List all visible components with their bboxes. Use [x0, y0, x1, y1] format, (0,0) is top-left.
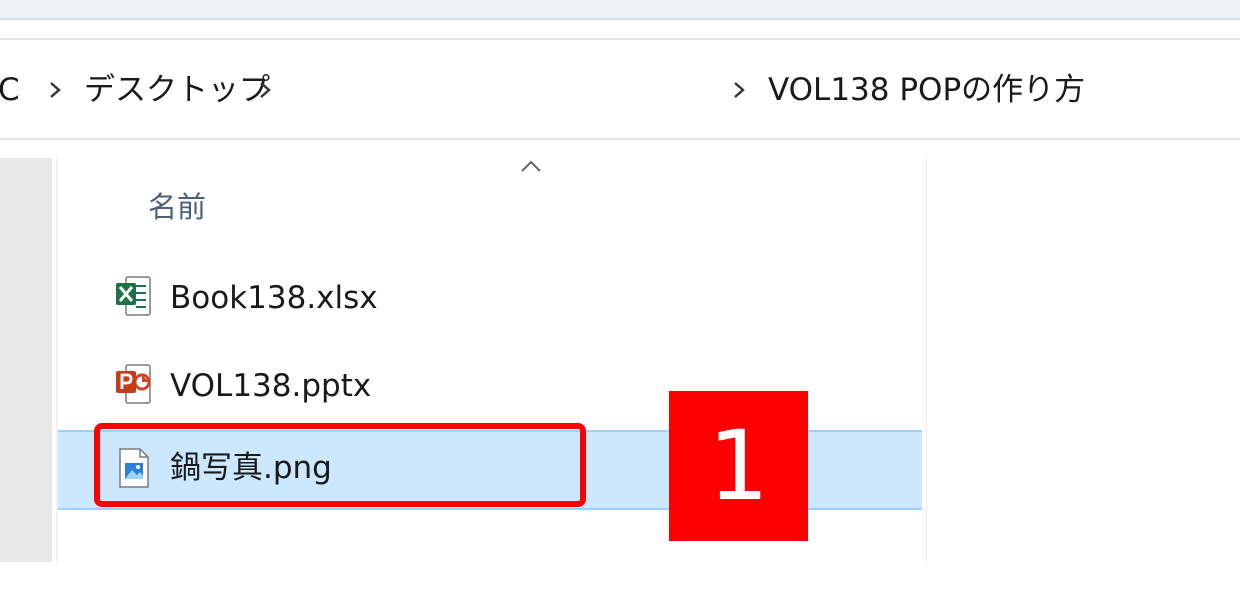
address-bar[interactable]: C デスクトップ VOL138 POPの作り方 [0, 38, 1240, 140]
breadcrumb-item-folder[interactable]: VOL138 POPの作り方 [768, 72, 1085, 108]
file-name[interactable]: Book138.xlsx [170, 278, 378, 318]
toolbar-strip [0, 0, 1240, 20]
column-header-name[interactable]: 名前 [148, 184, 206, 226]
file-row[interactable]: Book138.xlsx [58, 260, 922, 336]
chevron-right-icon[interactable] [728, 78, 750, 102]
pane-border [926, 158, 927, 562]
chevron-up-icon[interactable] [518, 158, 544, 174]
excel-file-icon [114, 274, 154, 318]
navigation-pane[interactable] [0, 158, 52, 562]
breadcrumb-item-pc[interactable]: C [0, 72, 20, 108]
chevron-right-icon[interactable] [44, 78, 66, 102]
annotation-highlight-box [94, 423, 586, 507]
file-name[interactable]: VOL138.pptx [170, 366, 371, 406]
breadcrumb-item-desktop[interactable]: デスクトップ [84, 72, 270, 108]
annotation-step-badge: 1 [669, 391, 808, 541]
powerpoint-file-icon [114, 362, 154, 406]
file-explorer-window: C デスクトップ VOL138 POPの作り方 名前 Book138.xlsx … [0, 0, 1240, 594]
chevron-right-icon[interactable] [254, 78, 276, 102]
